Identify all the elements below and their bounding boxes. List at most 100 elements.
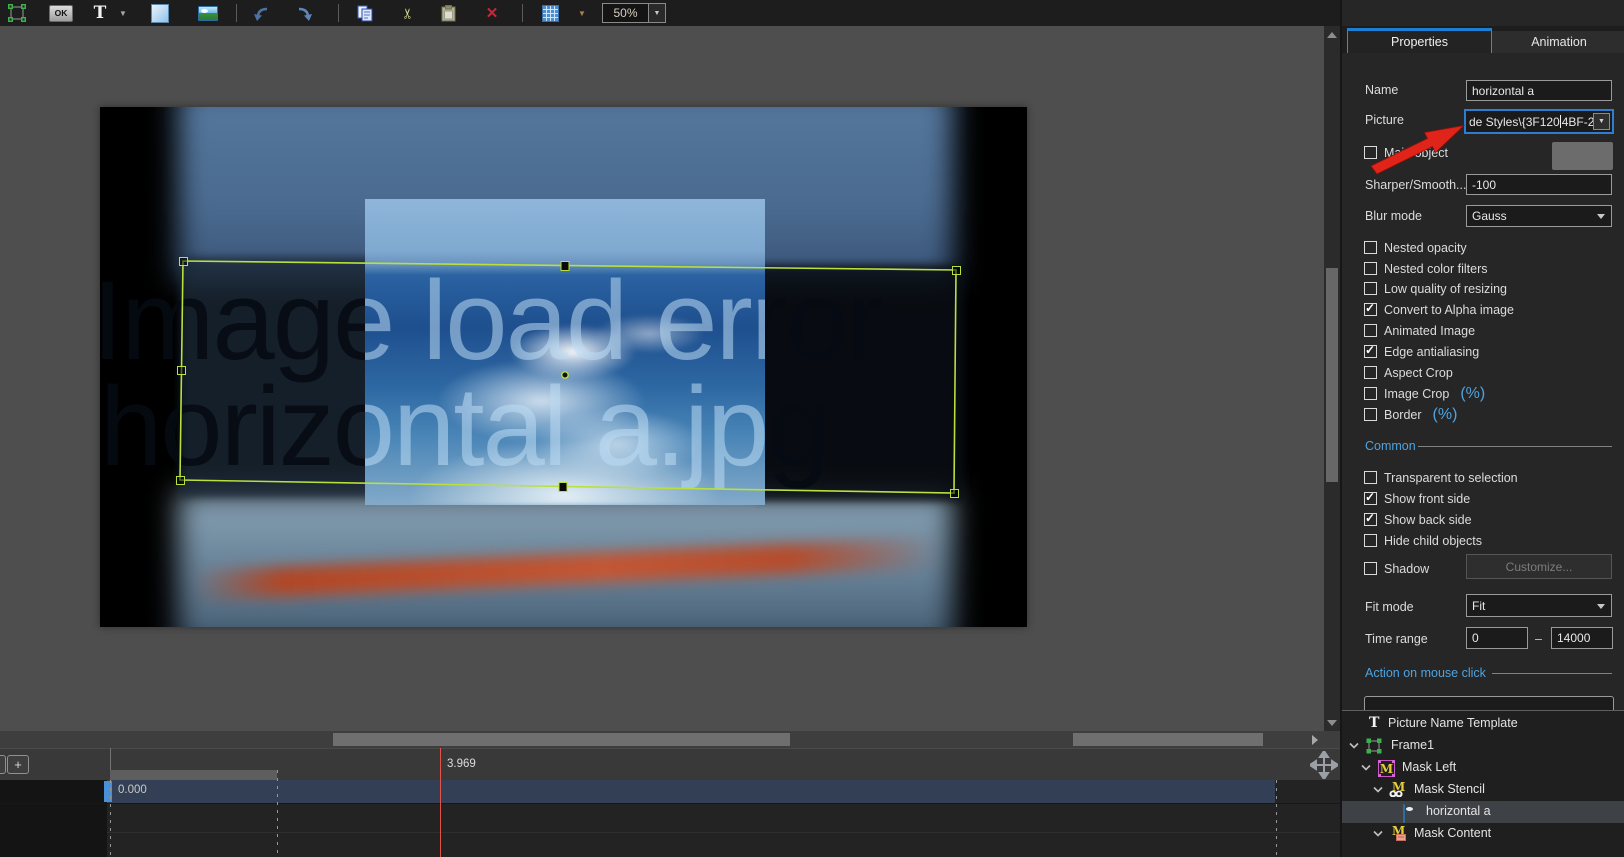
fit-mode-select[interactable]: Fit — [1466, 594, 1612, 617]
mask-content-icon: M — [1390, 825, 1407, 842]
frame-tool-button[interactable] — [6, 0, 28, 26]
scroll-up-icon[interactable] — [1327, 32, 1337, 38]
selection-handle-bottom-center[interactable] — [559, 483, 567, 492]
checkbox-icon[interactable] — [1364, 324, 1377, 337]
name-input[interactable]: horizontal a — [1466, 80, 1612, 101]
canvas-vertical-scrollbar[interactable] — [1324, 26, 1340, 731]
checkbox-icon[interactable] — [1364, 562, 1377, 575]
track-header-column — [0, 780, 107, 803]
tree-item-mask-content[interactable]: M Mask Content — [1342, 823, 1624, 845]
text-tool-button[interactable]: T — [90, 0, 110, 26]
editor-canvas[interactable]: Image load error horizontal a.jpg Image … — [0, 26, 1324, 731]
paste-button[interactable] — [437, 0, 459, 26]
checkbox-icon[interactable] — [1364, 387, 1377, 400]
timeline-panel: + 3.969 0.000 — [0, 731, 1340, 857]
selection-handle-middle-left[interactable] — [178, 367, 186, 375]
selection-handle-bottom-left[interactable] — [177, 477, 185, 485]
chevron-down-icon[interactable]: ▼ — [648, 4, 665, 22]
checkbox-image-crop[interactable]: Image Crop(%) — [1364, 386, 1485, 401]
chevron-expanded-icon[interactable] — [1349, 742, 1359, 749]
cut-button[interactable]: ✂ — [398, 0, 418, 26]
checkbox-icon[interactable] — [1364, 345, 1377, 358]
checkbox-hide-child-objects[interactable]: Hide child objects — [1364, 533, 1482, 548]
sharper-input[interactable]: -100 — [1466, 174, 1612, 195]
checkbox-icon[interactable] — [1364, 282, 1377, 295]
scroll-right-icon[interactable] — [1312, 735, 1318, 745]
checkbox-icon[interactable] — [1364, 366, 1377, 379]
rectangle-tool-button[interactable] — [150, 0, 170, 26]
chevron-expanded-icon[interactable] — [1373, 830, 1383, 837]
checkbox-animated-image[interactable]: Animated Image — [1364, 323, 1475, 338]
selection-handle-bottom-right[interactable] — [951, 490, 959, 498]
color-swatch-button[interactable] — [1552, 142, 1613, 170]
tree-item-mask-left[interactable]: M Mask Left — [1342, 757, 1624, 779]
delete-button[interactable]: ✕ — [482, 0, 502, 26]
tab-animation[interactable]: Animation — [1492, 31, 1624, 53]
picture-dropdown-button[interactable]: ▼ — [1593, 113, 1610, 130]
checkbox-icon[interactable] — [1364, 146, 1377, 159]
checkbox-low-quality-resizing[interactable]: Low quality of resizing — [1364, 281, 1507, 296]
checkbox-convert-to-alpha[interactable]: Convert to Alpha image — [1364, 302, 1514, 317]
timeline-scroll-segment[interactable] — [1073, 733, 1263, 746]
vertical-scrollbar-thumb[interactable] — [1326, 268, 1338, 482]
copy-button[interactable] — [353, 0, 377, 26]
selection-overlay[interactable] — [100, 107, 1027, 627]
playhead-line[interactable] — [440, 748, 441, 857]
selection-handle-top-right[interactable] — [953, 267, 961, 275]
checkbox-nested-opacity[interactable]: Nested opacity — [1364, 240, 1467, 255]
add-image-button[interactable] — [197, 0, 219, 26]
shadow-customize-button[interactable]: Customize... — [1466, 554, 1612, 579]
keyframe-minibar[interactable] — [110, 770, 277, 780]
styles-dropdown-button[interactable]: ▼ — [574, 0, 590, 26]
pan-move-icon[interactable] — [1310, 751, 1338, 779]
checkbox-transparent-to-selection[interactable]: Transparent to selection — [1364, 470, 1518, 485]
checkbox-icon[interactable] — [1364, 262, 1377, 275]
checkbox-icon[interactable] — [1364, 241, 1377, 254]
zoom-level-value: 50% — [603, 4, 648, 22]
action-input-partial[interactable] — [1364, 696, 1614, 711]
timeline-scroll-thumb[interactable] — [333, 733, 790, 746]
checkbox-icon[interactable] — [1364, 513, 1377, 526]
object-tree: T Picture Name Template Frame1 M Mask Le — [1342, 710, 1624, 857]
selection-center-point[interactable] — [562, 372, 568, 378]
checkbox-edge-antialiasing[interactable]: Edge antialiasing — [1364, 344, 1479, 359]
checkbox-show-front-side[interactable]: Show front side — [1364, 491, 1470, 506]
checkbox-border[interactable]: Border(%) — [1364, 407, 1457, 422]
ok-button-tool[interactable]: OK — [49, 0, 73, 26]
checkbox-icon[interactable] — [1364, 471, 1377, 484]
tree-item-picture-name-template[interactable]: T Picture Name Template — [1342, 713, 1624, 735]
checkbox-shadow[interactable]: Shadow — [1364, 561, 1429, 576]
checkbox-show-back-side[interactable]: Show back side — [1364, 512, 1472, 527]
undo-icon — [252, 5, 270, 21]
tree-item-mask-stencil[interactable]: M Mask Stencil — [1342, 779, 1624, 801]
add-track-button[interactable]: + — [7, 755, 29, 774]
partial-button[interactable] — [0, 755, 6, 774]
tree-item-horizontal-a[interactable]: horizontal a — [1342, 801, 1624, 823]
slide-preview[interactable]: Image load error horizontal a.jpg Image … — [100, 107, 1027, 627]
tree-item-frame1[interactable]: Frame1 — [1342, 735, 1624, 757]
undo-button[interactable] — [250, 0, 272, 26]
tab-properties[interactable]: Properties — [1347, 28, 1492, 53]
checkbox-nested-color-filters[interactable]: Nested color filters — [1364, 261, 1488, 276]
checkbox-aspect-crop[interactable]: Aspect Crop — [1364, 365, 1453, 380]
text-tool-dropdown[interactable]: ▼ — [116, 0, 130, 26]
clip-bar[interactable]: 0.000 — [107, 780, 1275, 803]
timeline-scroll-strip[interactable] — [0, 731, 1340, 748]
grid-button[interactable] — [540, 0, 560, 26]
time-range-start-input[interactable]: 0 — [1466, 627, 1528, 649]
checkbox-icon[interactable] — [1364, 303, 1377, 316]
checkbox-icon[interactable] — [1364, 492, 1377, 505]
time-range-end-input[interactable]: 14000 — [1551, 627, 1613, 649]
picture-input[interactable]: de Styles\{3F1204BF-2E ▼ — [1464, 109, 1614, 134]
chevron-expanded-icon[interactable] — [1373, 786, 1383, 793]
chevron-expanded-icon[interactable] — [1361, 764, 1371, 771]
checkbox-icon[interactable] — [1364, 534, 1377, 547]
checkbox-icon[interactable] — [1364, 408, 1377, 421]
zoom-level-select[interactable]: 50% ▼ — [602, 3, 666, 23]
scroll-down-icon[interactable] — [1327, 720, 1337, 726]
main-object-checkbox[interactable]: Main object — [1364, 145, 1448, 160]
selection-handle-top-center[interactable] — [561, 262, 569, 271]
redo-button[interactable] — [294, 0, 316, 26]
blur-mode-select[interactable]: Gauss — [1466, 205, 1612, 227]
selection-handle-top-left[interactable] — [180, 258, 188, 266]
